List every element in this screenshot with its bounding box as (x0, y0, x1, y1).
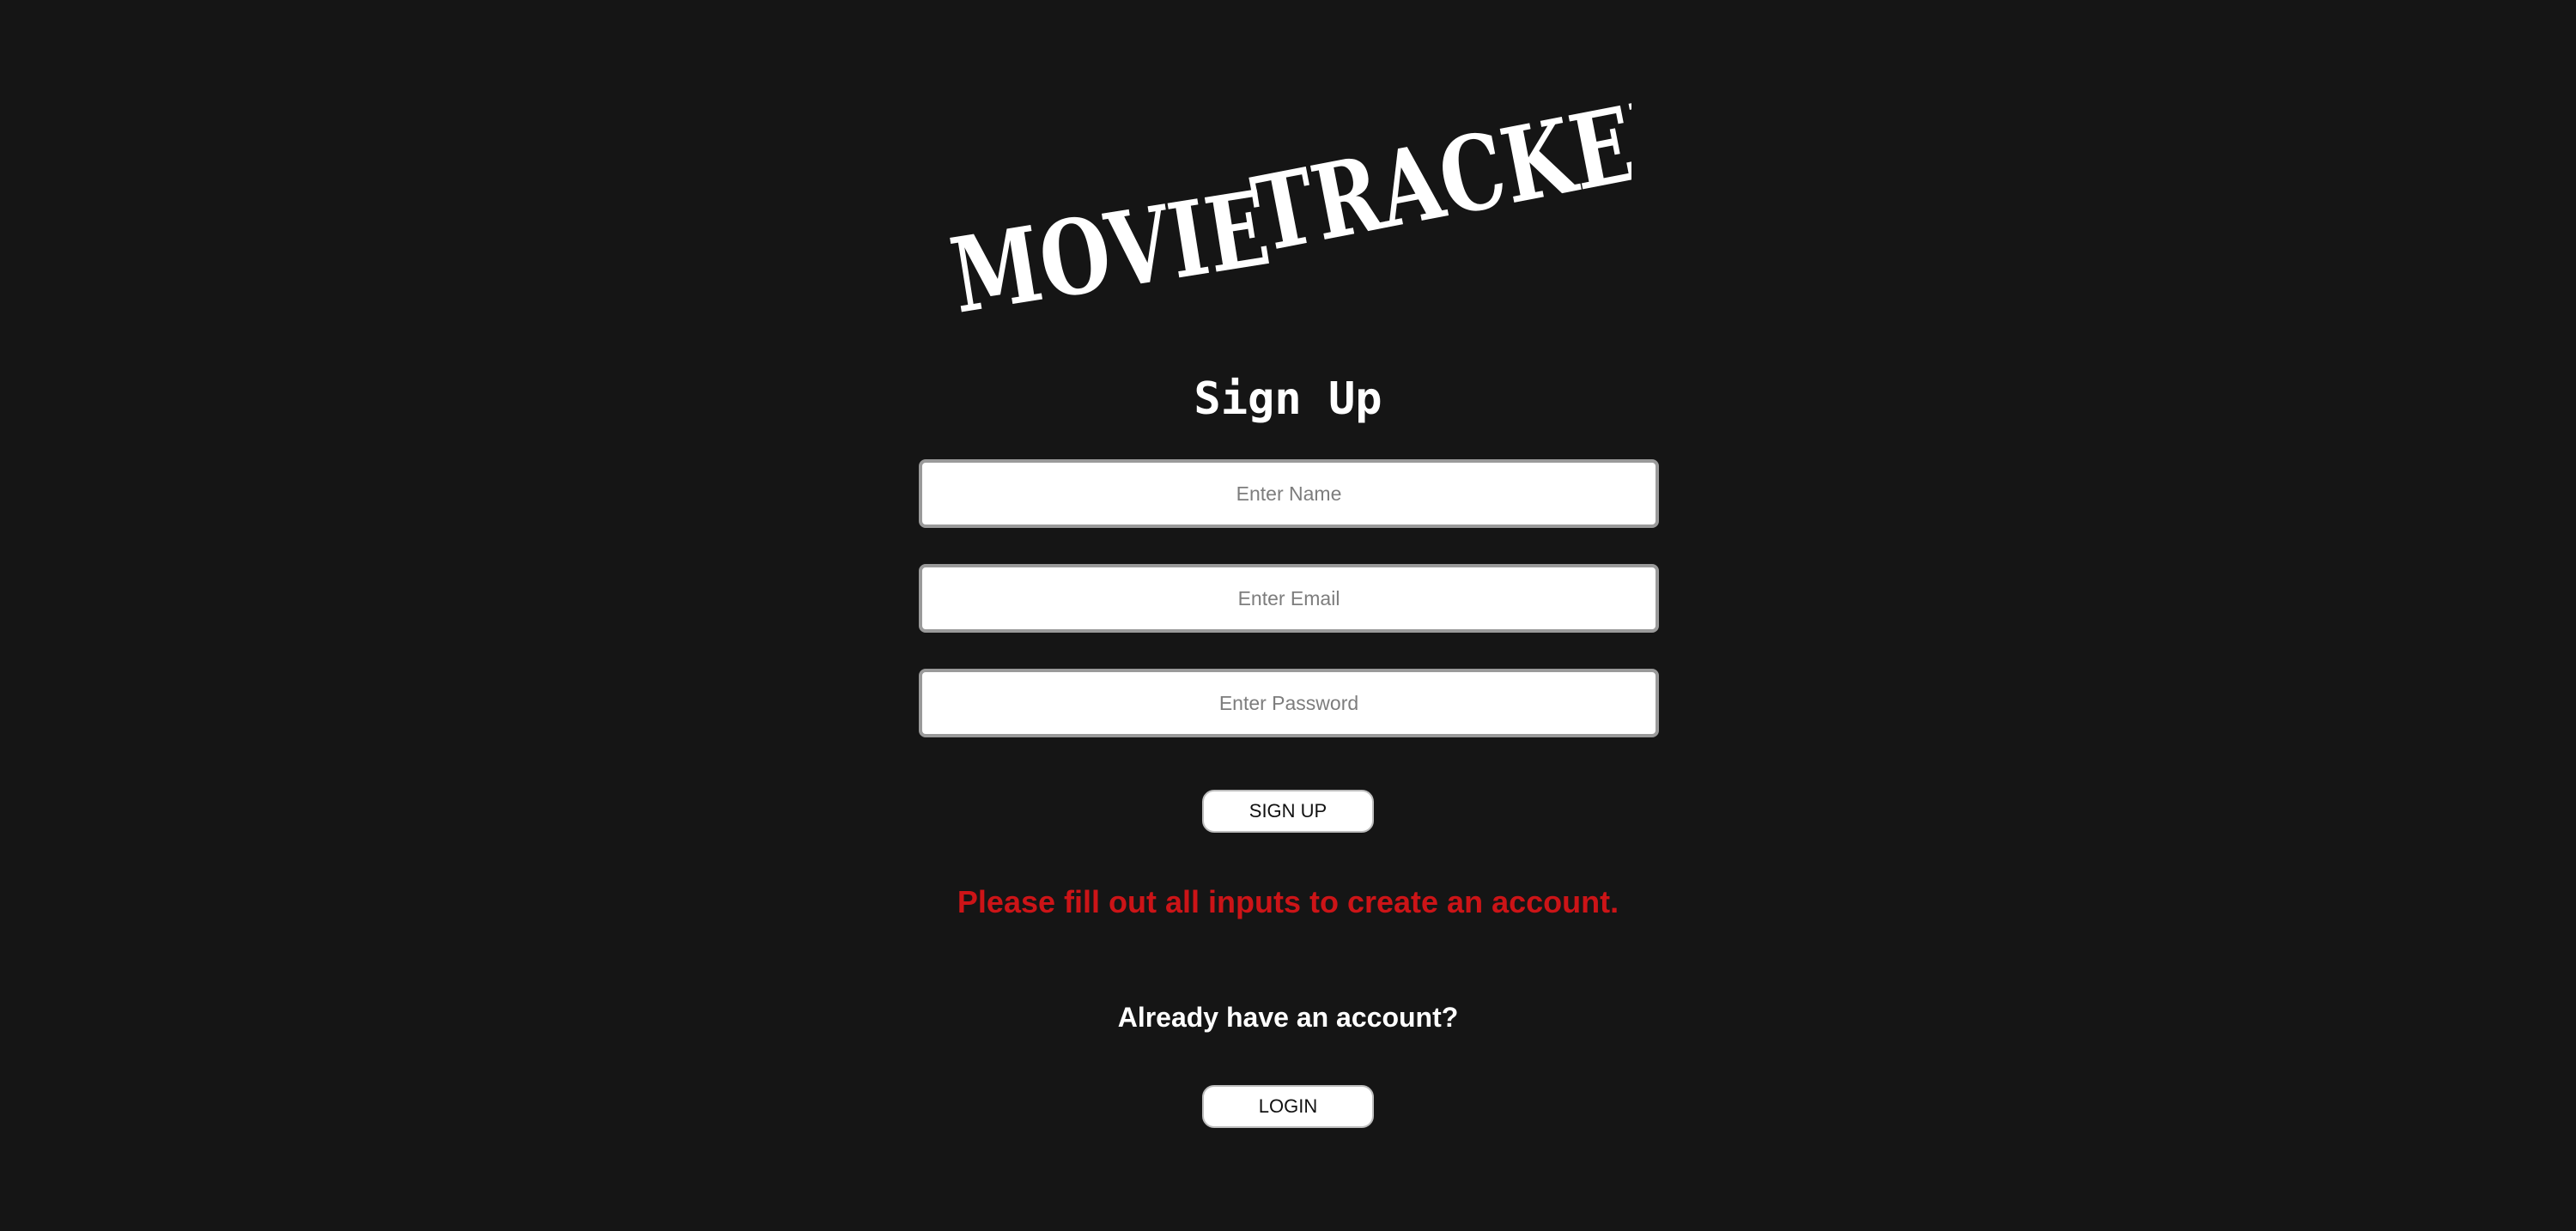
movie-tracker-logo: MOVIE TRACKER (945, 69, 1631, 326)
signup-page: MOVIE TRACKER Sign Up SIGN UP Please fil… (0, 0, 2576, 1231)
login-button[interactable]: LOGIN (1202, 1085, 1374, 1128)
signup-button[interactable]: SIGN UP (1202, 790, 1374, 833)
page-title: Sign Up (1194, 373, 1382, 425)
error-message: Please fill out all inputs to create an … (957, 884, 1619, 919)
logo-word-tracker: TRACKER (1244, 71, 1631, 276)
already-have-account-text: Already have an account? (1117, 1002, 1459, 1033)
name-input[interactable] (919, 459, 1659, 528)
email-input[interactable] (919, 564, 1659, 633)
logo-graphic: MOVIE TRACKER (945, 71, 1631, 326)
logo-word-movie: MOVIE (945, 168, 1277, 326)
password-input[interactable] (919, 669, 1659, 737)
